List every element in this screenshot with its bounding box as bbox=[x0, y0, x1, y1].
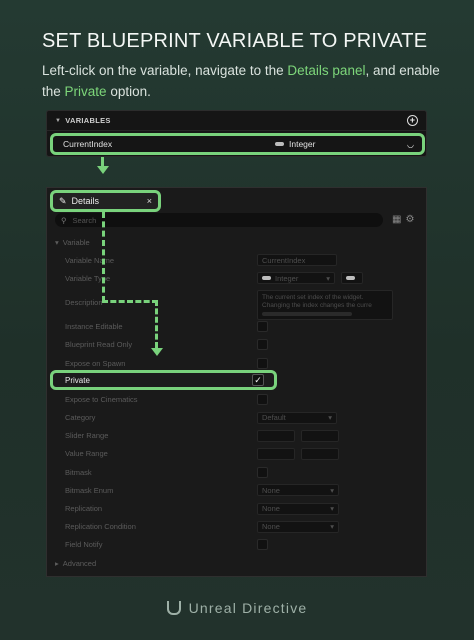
chevron-down-icon: ▾ bbox=[328, 413, 332, 423]
type-pill-icon bbox=[262, 276, 271, 281]
instr-text-3: option. bbox=[106, 84, 151, 99]
instance-editable-label: Instance Editable bbox=[65, 322, 123, 332]
category-label: Category bbox=[65, 413, 96, 423]
eye-closed-icon[interactable]: ◡ bbox=[407, 140, 414, 149]
slider-range-min[interactable] bbox=[257, 429, 295, 442]
collapse-arrow-icon[interactable]: ▼ bbox=[55, 118, 61, 124]
variable-row-currentindex[interactable]: CurrentIndex Integer ◡ bbox=[50, 133, 425, 155]
instr-highlight-private: Private bbox=[64, 84, 107, 99]
variable-type[interactable]: Integer bbox=[275, 139, 315, 149]
value-range-label: Value Range bbox=[65, 449, 108, 459]
chevron-right-icon: ▸ bbox=[55, 558, 59, 568]
row-field-notify: Field Notify bbox=[47, 536, 428, 554]
category-dropdown[interactable]: Default ▾ bbox=[257, 411, 337, 424]
details-tab-label: Details bbox=[71, 196, 100, 206]
replication-value: None bbox=[262, 504, 280, 514]
private-label: Private bbox=[65, 375, 90, 385]
chevron-down-icon: ▾ bbox=[326, 273, 330, 283]
instructions: Left-click on the variable, navigate to … bbox=[42, 60, 442, 102]
search-icon: ⚲ bbox=[61, 215, 67, 225]
description-text: The current set index of the widget. Cha… bbox=[262, 293, 372, 309]
row-category: Category Default ▾ bbox=[47, 409, 428, 427]
blueprint-read-only-label: Blueprint Read Only bbox=[65, 340, 133, 350]
row-expose-to-cinematics: Expose to Cinematics bbox=[47, 390, 428, 408]
instr-text-1: Left-click on the variable, navigate to … bbox=[42, 63, 288, 78]
table-view-icon[interactable]: ▦ bbox=[392, 214, 405, 225]
variable-name: CurrentIndex bbox=[63, 139, 113, 149]
variable-type-label: Integer bbox=[289, 139, 316, 149]
scrollbar[interactable] bbox=[262, 311, 352, 316]
variable-name-field[interactable]: CurrentIndex bbox=[257, 254, 337, 267]
category-variable-label: Variable bbox=[62, 237, 90, 247]
variable-name-label: Variable Name bbox=[65, 255, 115, 265]
dashed-arrow-vertical-2 bbox=[155, 300, 158, 348]
row-replication: Replication None ▾ bbox=[47, 499, 428, 517]
category-value: Default bbox=[262, 413, 286, 423]
bitmask-enum-value: None bbox=[262, 485, 280, 495]
variables-header[interactable]: ▼ VARIABLES + bbox=[47, 111, 426, 131]
variable-type-dropdown[interactable]: Integer ▾ bbox=[257, 272, 335, 285]
tab-details[interactable]: ✎ Details × bbox=[50, 190, 161, 212]
expose-to-cinematics-checkbox[interactable] bbox=[257, 393, 268, 405]
gear-icon[interactable]: ⚙ bbox=[405, 214, 418, 225]
unreal-directive-logo-icon bbox=[166, 601, 181, 615]
variable-type-value: Integer bbox=[275, 273, 299, 283]
blueprint-read-only-checkbox[interactable] bbox=[257, 339, 268, 351]
brand-name: Unreal Directive bbox=[188, 600, 308, 616]
value-range-max[interactable] bbox=[301, 447, 339, 460]
row-replication-condition: Replication Condition None ▾ bbox=[47, 518, 428, 536]
details-tools: ▦⚙ bbox=[392, 214, 418, 225]
private-checkbox[interactable]: ✓ bbox=[252, 374, 264, 386]
value-range-min[interactable] bbox=[257, 447, 295, 460]
description-field[interactable]: The current set index of the widget. Cha… bbox=[257, 289, 393, 320]
row-bitmask-enum: Bitmask Enum None ▾ bbox=[47, 481, 428, 499]
container-pill-icon bbox=[346, 276, 355, 281]
dashed-arrow-horizontal bbox=[102, 300, 158, 303]
close-icon[interactable]: × bbox=[147, 196, 152, 206]
row-instance-editable: Instance Editable bbox=[47, 318, 428, 336]
replication-label: Replication bbox=[65, 504, 103, 514]
dashed-arrow-vertical-1 bbox=[102, 212, 105, 302]
chevron-down-icon: ▾ bbox=[330, 485, 334, 495]
field-notify-label: Field Notify bbox=[65, 540, 103, 550]
variables-header-label: VARIABLES bbox=[65, 116, 111, 125]
expose-to-cinematics-label: Expose to Cinematics bbox=[65, 394, 138, 404]
slider-range-label: Slider Range bbox=[65, 431, 109, 441]
description-label: Description bbox=[65, 298, 103, 308]
category-advanced-label: Advanced bbox=[62, 558, 97, 568]
category-advanced[interactable]: ▸ Advanced bbox=[47, 554, 428, 572]
replication-condition-value: None bbox=[262, 522, 280, 532]
bitmask-label: Bitmask bbox=[65, 467, 92, 477]
replication-condition-dropdown[interactable]: None ▾ bbox=[257, 520, 339, 533]
expose-on-spawn-label: Expose on Spawn bbox=[65, 358, 126, 368]
slider-range-max[interactable] bbox=[301, 429, 339, 442]
container-type-dropdown[interactable] bbox=[341, 272, 363, 285]
chevron-down-icon: ▾ bbox=[330, 504, 334, 514]
brand-footer: Unreal Directive bbox=[0, 600, 474, 616]
add-variable-icon[interactable]: + bbox=[407, 115, 418, 126]
row-bitmask: Bitmask bbox=[47, 463, 428, 481]
field-notify-checkbox[interactable] bbox=[257, 539, 268, 551]
row-slider-range: Slider Range bbox=[47, 427, 428, 445]
row-value-range: Value Range bbox=[47, 445, 428, 463]
search-placeholder: Search bbox=[72, 215, 97, 225]
instance-editable-checkbox[interactable] bbox=[257, 321, 268, 333]
replication-dropdown[interactable]: None ▾ bbox=[257, 502, 339, 515]
chevron-down-icon: ▾ bbox=[55, 237, 59, 247]
bitmask-checkbox[interactable] bbox=[257, 466, 268, 478]
instr-highlight-details: Details panel bbox=[287, 63, 366, 78]
row-blueprint-read-only: Blueprint Read Only bbox=[47, 336, 428, 354]
type-pill-icon bbox=[275, 142, 284, 146]
arrow-head-icon bbox=[97, 166, 109, 174]
variables-panel: ▼ VARIABLES + CurrentIndex Integer ◡ bbox=[46, 110, 427, 157]
expose-on-spawn-checkbox[interactable] bbox=[257, 357, 268, 369]
chevron-down-icon: ▾ bbox=[330, 522, 334, 532]
arrow-head-icon bbox=[151, 348, 163, 356]
pencil-icon: ✎ bbox=[59, 195, 67, 206]
row-private[interactable]: Private ✓ bbox=[50, 370, 277, 390]
replication-condition-label: Replication Condition bbox=[65, 522, 136, 532]
page-title: SET BLUEPRINT VARIABLE TO PRIVATE bbox=[42, 30, 428, 52]
bitmask-enum-label: Bitmask Enum bbox=[65, 485, 114, 495]
bitmask-enum-dropdown[interactable]: None ▾ bbox=[257, 484, 339, 497]
